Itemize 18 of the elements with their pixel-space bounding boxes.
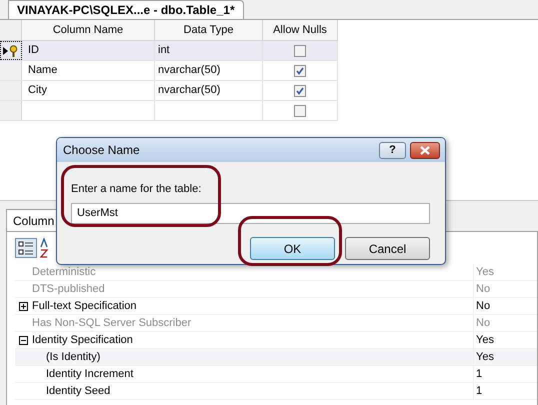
prompt-label: Enter a name for the table: <box>71 182 202 197</box>
property-value: Yes <box>476 264 494 280</box>
property-name: (Is Identity) <box>46 350 100 365</box>
property-value: No <box>476 298 490 314</box>
property-name: Full-text Specification <box>32 298 137 314</box>
property-value: No <box>476 316 490 331</box>
property-name: Identity Increment <box>46 366 134 382</box>
property-name: Identity Specification <box>32 332 133 348</box>
property-value: Yes <box>476 350 494 365</box>
property-name: DTS-published <box>32 282 105 297</box>
property-name: Identity Seed <box>46 384 110 399</box>
property-name: Has Non-SQL Server Subscriber <box>32 316 192 331</box>
property-value: 1 <box>476 384 482 399</box>
property-value: No <box>476 282 490 297</box>
property-name: Deterministic <box>32 264 96 280</box>
dialog-title: Choose Name <box>63 142 141 159</box>
property-value: Yes <box>476 332 494 348</box>
property-value: 1 <box>476 366 482 382</box>
